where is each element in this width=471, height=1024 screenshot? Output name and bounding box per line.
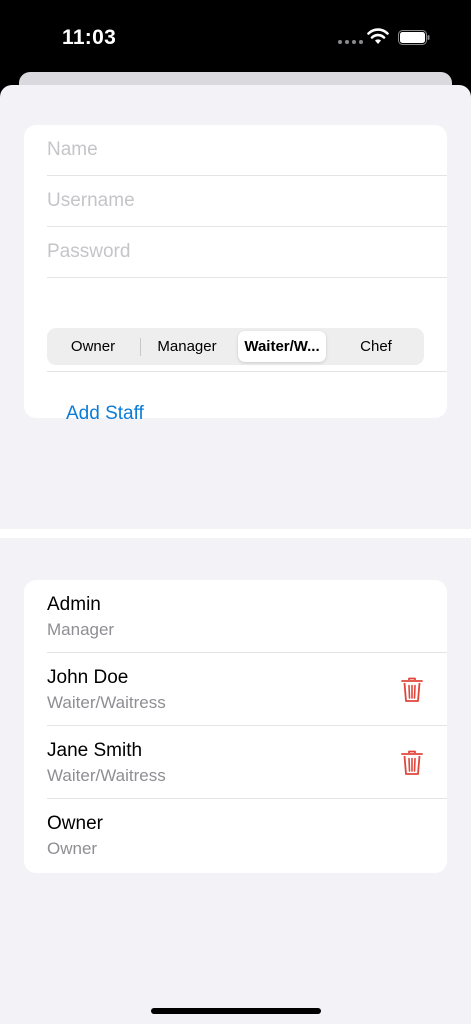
home-indicator [151, 1008, 321, 1014]
segment-manager[interactable]: Manager [143, 331, 231, 362]
trash-icon[interactable] [401, 750, 423, 776]
staff-name: John Doe [47, 667, 129, 688]
list-item[interactable]: Jane Smith Waiter/Waitress [24, 726, 447, 799]
username-field-row [47, 176, 447, 227]
name-input[interactable] [47, 137, 427, 163]
status-time: 11:03 [62, 26, 117, 49]
list-item[interactable]: John Doe Waiter/Waitress [24, 653, 447, 726]
segment-divider [140, 338, 141, 356]
signal-dots-icon [338, 40, 363, 44]
segment-waiter[interactable]: Waiter/W... [238, 331, 326, 362]
list-item[interactable]: Owner Owner [24, 799, 447, 872]
add-staff-button[interactable]: Add Staff [66, 403, 144, 425]
staff-sheet: Owner Manager Waiter/W... Chef Add Staff… [0, 85, 471, 1024]
trash-icon[interactable] [401, 677, 423, 703]
form-separator [47, 371, 447, 372]
list-item[interactable]: Admin Manager [24, 580, 447, 653]
staff-role: Waiter/Waitress [47, 766, 166, 785]
segment-owner[interactable]: Owner [49, 331, 137, 362]
password-input[interactable] [47, 239, 427, 265]
staff-role: Owner [47, 839, 98, 858]
status-bar: 11:03 [0, 0, 471, 80]
username-input[interactable] [47, 188, 427, 214]
battery-icon [398, 30, 430, 45]
add-staff-form: Owner Manager Waiter/W... Chef Add Staff [24, 125, 447, 424]
password-field-row [47, 227, 447, 278]
staff-name: Jane Smith [47, 740, 143, 761]
wifi-icon [367, 28, 389, 44]
staff-name: Admin [47, 594, 101, 615]
staff-list: Admin Manager John Doe Waiter/Waitress J… [24, 580, 447, 873]
segment-chef[interactable]: Chef [332, 331, 420, 362]
section-divider [0, 529, 471, 538]
staff-role: Manager [47, 620, 115, 639]
staff-role: Waiter/Waitress [47, 693, 166, 712]
name-field-row [47, 125, 447, 176]
role-segmented-control: Owner Manager Waiter/W... Chef [47, 328, 424, 365]
staff-name: Owner [47, 813, 103, 834]
